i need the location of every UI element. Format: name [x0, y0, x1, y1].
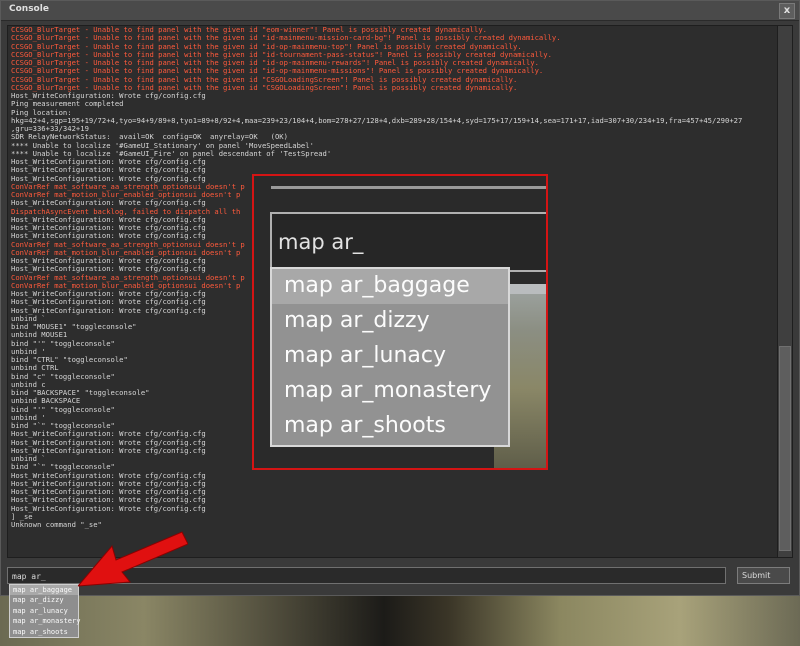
- log-line: Host_WriteConfiguration: Wrote cfg/confi…: [11, 488, 206, 496]
- log-line: Host_WriteConfiguration: Wrote cfg/confi…: [11, 496, 206, 505]
- log-line: CCSGO_BlurTarget - Unable to find panel …: [11, 26, 487, 34]
- log-line: CCSGO_BlurTarget - Unable to find panel …: [11, 59, 539, 67]
- log-line: Ping location:: [11, 108, 72, 117]
- zoom-autocomplete-menu: map ar_baggagemap ar_dizzymap ar_lunacym…: [270, 267, 510, 447]
- log-line: hkg=42+4,sgp=195+19/72+4,tyo=94+9/89+8,t…: [11, 116, 743, 125]
- log-line: **** Unable to localize '#GameUI_Fire' o…: [11, 149, 332, 158]
- red-arrow-shape: [78, 531, 188, 587]
- scrollbar-thumb[interactable]: [779, 346, 791, 551]
- scrollbar[interactable]: [777, 25, 793, 558]
- window-title: Console: [9, 4, 49, 14]
- log-line: CCSGO_BlurTarget - Unable to find panel …: [11, 75, 518, 84]
- zoomed-autocomplete-callout: map ar_ map ar_baggage map ar_dizzy map ar…: [252, 174, 548, 470]
- log-line: Unknown command "_se": [11, 521, 102, 529]
- log-line: ,gru=336+33/342+19: [11, 125, 89, 133]
- submit-button[interactable]: Submit: [737, 567, 790, 584]
- zoom-command-input: map ar_: [270, 212, 546, 272]
- autocomplete-item[interactable]: map ar_monastery: [10, 616, 80, 626]
- zoom-autocomplete-item: map ar_monastery: [284, 378, 492, 403]
- log-line: Host_WriteConfiguration: Wrote cfg/confi…: [11, 92, 206, 100]
- autocomplete-item[interactable]: map ar_shoots: [10, 627, 78, 637]
- red-arrow-icon: [78, 531, 188, 587]
- game-background: [0, 590, 800, 646]
- log-line: CCSGO_BlurTarget - Unable to find panel …: [11, 50, 552, 59]
- zoom-divider: [271, 186, 546, 189]
- zoom-autocomplete-item: map ar_shoots: [284, 413, 446, 438]
- log-line: Host_WriteConfiguration: Wrote cfg/confi…: [11, 504, 206, 513]
- log-line: Host_WriteConfiguration: Wrote cfg/confi…: [11, 479, 206, 488]
- zoom-autocomplete-item: map ar_dizzy: [284, 308, 430, 333]
- log-line: CCSGO_BlurTarget - Unable to find panel …: [11, 67, 544, 76]
- autocomplete-menu: map ar_baggage map ar_dizzy map ar_lunacy m…: [9, 584, 80, 638]
- log-line: CCSGO_BlurTarget - Unable to find panel …: [11, 83, 518, 92]
- autocomplete-item[interactable]: map ar_dizzy: [10, 595, 78, 605]
- zoom-input-text: map ar_: [278, 230, 364, 254]
- log-line: **** Unable to localize '#GameUI_Station…: [11, 141, 314, 150]
- log-line: Host_WriteConfiguration: Wrote cfg/confi…: [11, 158, 206, 166]
- log-line: ] _se: [11, 512, 33, 521]
- log-line: SDR RelayNetworkStatus: avail=OK config=…: [11, 133, 288, 142]
- zoom-autocomplete-item: map ar_lunacy: [284, 343, 446, 368]
- title-bar[interactable]: Console x: [1, 1, 799, 21]
- autocomplete-item[interactable]: map ar_baggage: [10, 585, 78, 596]
- close-icon[interactable]: x: [779, 3, 795, 19]
- log-line: Ping measurement completed: [11, 100, 124, 109]
- zoom-autocomplete-item: map ar_baggage: [272, 269, 508, 304]
- log-line: CCSGO_BlurTarget - Unable to find panel …: [11, 42, 522, 51]
- autocomplete-item[interactable]: map ar_lunacy: [10, 606, 78, 616]
- log-line: CCSGO_BlurTarget - Unable to find panel …: [11, 34, 561, 43]
- log-line: Host_WriteConfiguration: Wrote cfg/confi…: [11, 471, 206, 480]
